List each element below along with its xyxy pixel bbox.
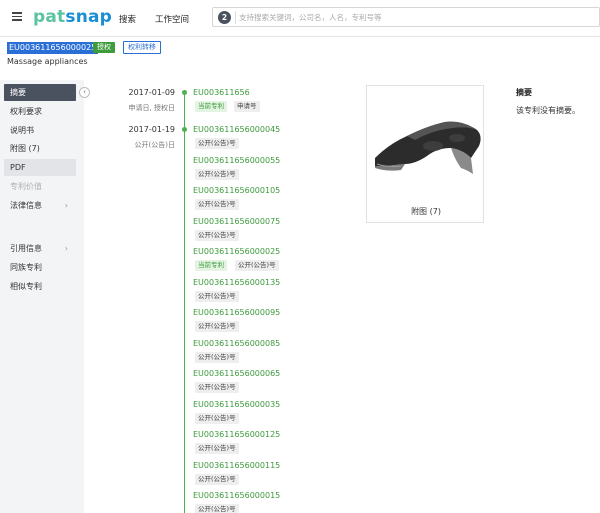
transfer-badge[interactable]: 权利转移 (123, 41, 161, 54)
publication-date-label: 公开(公告)日 (134, 141, 175, 149)
publication-number-tag: 公开(公告)号 (195, 443, 239, 454)
application-date-label: 申请日, 授权日 (128, 104, 175, 112)
sidebar: 摘要 权利要求 说明书 附图 (7) PDF 专利价值 法律信息 › 引用信息 › … (0, 80, 84, 513)
application-number[interactable]: EU003611656 (193, 88, 250, 97)
patsnap-logo[interactable]: patsnap (33, 7, 112, 27)
grant-status-badge: 授权 (93, 42, 115, 53)
sidebar-item-drawings[interactable]: 附图 (7) (4, 140, 76, 157)
publication-number-tag: 公开(公告)号 (195, 504, 239, 513)
publication-number-tag: 公开(公告)号 (195, 412, 239, 424)
publication-number-tag: 公开(公告)号 (195, 351, 239, 363)
publication-number-tag: 公开(公告)号 (195, 473, 239, 485)
timeline-line (184, 92, 185, 513)
search-box: 2 (212, 7, 600, 27)
publication-date: 2017-01-19 (128, 125, 176, 134)
search-divider (235, 11, 236, 24)
publication-number[interactable]: EU003611656000015 (193, 491, 280, 500)
current-patent-tag: 当前专利 (195, 260, 227, 271)
header-divider (0, 36, 600, 37)
sidebar-item-abstract[interactable]: 摘要 (4, 84, 76, 101)
abstract-text: 该专利没有摘要。 (516, 106, 580, 115)
publication-number[interactable]: EU003611656000065 (193, 369, 280, 378)
publication-number[interactable]: EU003611656000025 (193, 247, 280, 256)
publication-number[interactable]: EU003611656000125 (193, 430, 280, 439)
publication-number-tag: 公开(公告)号 (195, 290, 239, 302)
sidebar-item-description[interactable]: 说明书 (4, 122, 76, 139)
sidebar-item-similar[interactable]: 相似专利 (4, 278, 76, 295)
nav-search[interactable]: 搜索 (119, 13, 136, 25)
publication-number-tag: 公开(公告)号 (195, 382, 239, 393)
sidebar-item-patent-value: 专利价值 (10, 182, 42, 191)
publication-number-tag: 公开(公告)号 (195, 229, 239, 241)
sidebar-item-claims[interactable]: 权利要求 (4, 103, 76, 120)
publication-number[interactable]: EU003611656000105 (193, 186, 280, 195)
drawing-card[interactable]: 附图 (7) (366, 85, 484, 223)
publication-number-tag: 公开(公告)号 (235, 260, 279, 271)
timeline-dot (182, 127, 187, 132)
drawing-thumbnail (375, 121, 481, 174)
publication-number-tag: 公开(公告)号 (195, 168, 239, 180)
sidebar-item-citations[interactable]: 引用信息 › (4, 240, 76, 257)
sidebar-item-family[interactable]: 同族专利 (4, 259, 76, 276)
sidebar-item-pdf[interactable]: PDF (4, 159, 76, 176)
patent-title: Massage appliances (7, 57, 88, 66)
publication-number[interactable]: EU003611656000085 (193, 339, 280, 348)
current-patent-tag: 当前专利 (195, 101, 227, 112)
chevron-right-icon: › (64, 244, 68, 253)
search-input[interactable] (239, 10, 594, 25)
application-date: 2017-01-09 (128, 88, 176, 97)
abstract-title: 摘要 (516, 88, 532, 97)
publication-number[interactable]: EU003611656000035 (193, 400, 280, 409)
publication-number[interactable]: EU003611656000135 (193, 278, 280, 287)
publication-number[interactable]: EU003611656000075 (193, 217, 280, 226)
drawing-caption: 附图 (7) (411, 207, 441, 216)
publication-number-tag: 公开(公告)号 (195, 138, 239, 149)
top-bar: patsnap 搜索 工作空间 2 (0, 0, 600, 36)
timeline-dot (182, 90, 187, 95)
publication-number[interactable]: EU003611656000095 (193, 308, 280, 317)
nav-workspace[interactable]: 工作空间 (155, 13, 189, 25)
search-mode-badge[interactable]: 2 (218, 11, 231, 24)
publication-number[interactable]: EU003611656000055 (193, 156, 280, 165)
sidebar-item-legal-info[interactable]: 法律信息 › (4, 197, 76, 214)
publication-number[interactable]: EU003611656000115 (193, 461, 280, 470)
publication-number[interactable]: EU003611656000045 (193, 125, 280, 134)
patent-id: EU003611656000025 (7, 42, 99, 54)
hamburger-menu-icon[interactable] (12, 12, 22, 21)
chevron-right-icon: › (64, 201, 68, 210)
application-number-tag: 申请号 (234, 101, 260, 112)
publication-number-tag: 公开(公告)号 (195, 199, 239, 210)
publication-number-tag: 公开(公告)号 (195, 321, 239, 332)
